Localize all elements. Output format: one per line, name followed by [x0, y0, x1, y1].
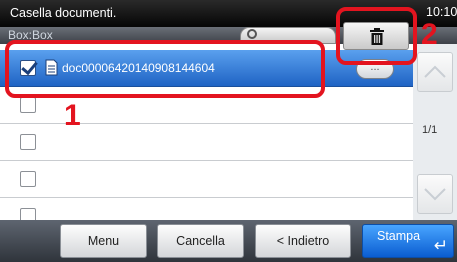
callout-box-2 — [336, 7, 417, 65]
row-checkbox[interactable] — [20, 171, 36, 187]
scroll-down-button[interactable] — [417, 174, 453, 214]
menu-button[interactable]: Menu — [60, 224, 147, 258]
callout-number-1: 1 — [64, 99, 81, 132]
callout-number-2: 2 — [421, 18, 438, 51]
enter-icon: ↵ — [433, 236, 448, 255]
clock: 10:10 — [426, 5, 457, 19]
row-checkbox[interactable] — [20, 97, 36, 113]
screen-title: Casella documenti. — [10, 6, 117, 20]
search-icon — [247, 29, 257, 39]
page-indicator: 1/1 — [422, 124, 438, 136]
chevron-down-icon — [424, 188, 446, 201]
chevron-up-icon — [424, 65, 446, 78]
bottom-bar: Menu Cancella < Indietro Stampa ↵ — [0, 220, 457, 262]
row-checkbox[interactable] — [20, 134, 36, 150]
cancel-button[interactable]: Cancella — [157, 224, 244, 258]
scroll-up-button[interactable] — [417, 52, 453, 92]
screen: Casella documenti. 10:10 Box:Box 1/1 doc… — [0, 0, 457, 262]
callout-box-1 — [5, 40, 325, 98]
back-button[interactable]: < Indietro — [255, 224, 351, 258]
print-label: Stampa — [377, 229, 421, 243]
list-item[interactable] — [0, 161, 413, 198]
print-button[interactable]: Stampa ↵ — [362, 224, 454, 258]
list-item[interactable] — [0, 124, 413, 161]
